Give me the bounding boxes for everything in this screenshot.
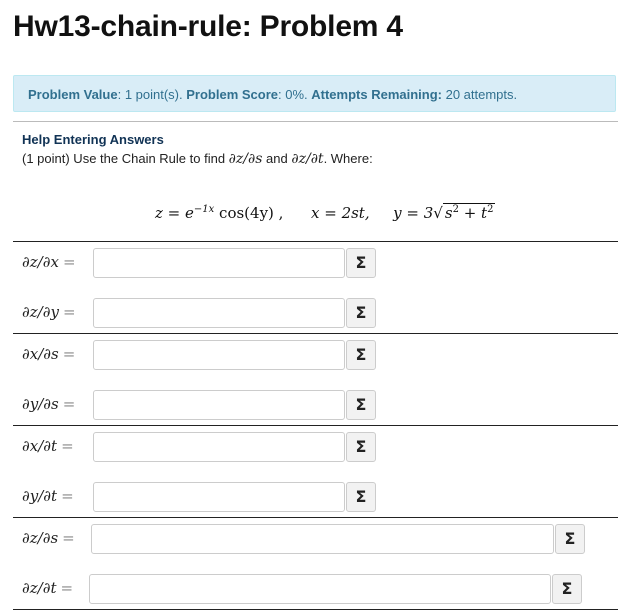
equals-sign: = <box>61 437 74 455</box>
answer-input-dz-dt[interactable] <box>89 574 551 604</box>
equals-sign: = <box>62 529 75 547</box>
sigma-icon: Σ <box>561 579 573 598</box>
formula-z-exponent: −1x <box>193 204 215 215</box>
equation-editor-button[interactable]: Σ <box>346 298 376 328</box>
divider <box>13 121 618 122</box>
answer-label-text: ∂z/∂t <box>22 579 57 597</box>
equation-editor-button[interactable]: Σ <box>346 432 376 462</box>
sigma-icon: Σ <box>355 487 367 506</box>
problem-info-box: Problem Value: 1 point(s). Problem Score… <box>13 75 616 112</box>
section-divider <box>13 609 618 610</box>
radicand-t-exp: 2 <box>487 204 494 215</box>
section-divider <box>13 241 618 242</box>
answer-label-text: ∂z/∂x <box>22 253 59 271</box>
equation-editor-button[interactable]: Σ <box>346 248 376 278</box>
prompt-prefix: (1 point) Use the Chain Rule to find <box>22 151 229 166</box>
formula-x: x = 2st, <box>311 204 370 222</box>
answer-label-dz-dy: ∂z/∂y = <box>22 303 76 321</box>
answer-input-dy-dt[interactable] <box>93 482 345 512</box>
attempts-remaining-text: 20 attempts. <box>441 87 518 102</box>
answer-label-dy-dt: ∂y/∂t = <box>22 487 74 505</box>
attempts-remaining-label: Attempts Remaining: <box>311 87 442 102</box>
answer-label-dz-dt: ∂z/∂t = <box>22 579 73 597</box>
section-divider <box>13 425 618 426</box>
equation-editor-button[interactable]: Σ <box>346 482 376 512</box>
answer-input-dy-ds[interactable] <box>93 390 345 420</box>
formula-z: z = e <box>155 204 194 222</box>
answer-input-dz-dy[interactable] <box>93 298 345 328</box>
sqrt-sign: √ <box>433 204 443 222</box>
answer-input-dz-dx[interactable] <box>93 248 345 278</box>
answer-label-text: ∂z/∂s <box>22 529 59 547</box>
sigma-icon: Σ <box>355 395 367 414</box>
equals-sign: = <box>62 303 76 321</box>
sigma-icon: Σ <box>355 437 367 456</box>
prompt-derivative-1: ∂z/∂s <box>228 151 263 167</box>
formula-y-radicand: s2 + t2 <box>442 203 496 222</box>
answer-label-dx-ds: ∂x/∂s = <box>22 345 75 363</box>
equals-sign: = <box>61 487 74 505</box>
answer-label-text: ∂x/∂s <box>22 345 59 363</box>
equation-editor-button[interactable]: Σ <box>552 574 582 604</box>
equation-editor-button[interactable]: Σ <box>346 340 376 370</box>
equation-editor-button[interactable]: Σ <box>555 524 585 554</box>
problem-formula: z = e−1x cos(4y) , x = 2st, y = 3√ s2 + t… <box>155 203 496 222</box>
radicand-plus: + <box>458 204 482 222</box>
radicand-s: s <box>444 204 453 222</box>
prompt-suffix: . Where: <box>323 151 373 166</box>
problem-value-text: : 1 point(s). <box>117 87 187 102</box>
formula-z-rest: cos(4y) , <box>214 204 284 222</box>
problem-score-label: Problem Score <box>186 87 278 102</box>
problem-value-label: Problem Value <box>28 87 118 102</box>
equals-sign: = <box>62 395 76 413</box>
problem-score-text: : 0%. <box>278 87 312 102</box>
answer-label-dx-dt: ∂x/∂t = <box>22 437 74 455</box>
page-title: Hw13-chain-rule: Problem 4 <box>13 10 403 43</box>
answer-label-text: ∂z/∂y <box>22 303 59 321</box>
equals-sign: = <box>60 579 74 597</box>
formula-y: y = 3 <box>393 204 434 222</box>
sigma-icon: Σ <box>355 345 367 364</box>
prompt-and: and <box>262 151 292 166</box>
answer-input-dx-dt[interactable] <box>93 432 345 462</box>
answer-label-text: ∂x/∂t <box>22 437 58 455</box>
equation-editor-button[interactable]: Σ <box>346 390 376 420</box>
section-divider <box>13 517 618 518</box>
equals-sign: = <box>62 253 76 271</box>
equals-sign: = <box>62 345 76 363</box>
answer-label-dz-ds: ∂z/∂s = <box>22 529 75 547</box>
problem-prompt: (1 point) Use the Chain Rule to find ∂z/… <box>22 151 373 167</box>
answer-input-dx-ds[interactable] <box>93 340 345 370</box>
answer-input-dz-ds[interactable] <box>91 524 554 554</box>
answer-label-dy-ds: ∂y/∂s = <box>22 395 75 413</box>
section-divider <box>13 333 618 334</box>
sigma-icon: Σ <box>355 253 367 272</box>
prompt-derivative-2: ∂z/∂t <box>291 151 324 167</box>
answer-label-dz-dx: ∂z/∂x = <box>22 253 76 271</box>
answer-label-text: ∂y/∂t <box>22 487 58 505</box>
help-entering-answers-link[interactable]: Help Entering Answers <box>22 132 164 147</box>
sigma-icon: Σ <box>355 303 367 322</box>
answer-label-text: ∂y/∂s <box>22 395 59 413</box>
sigma-icon: Σ <box>564 529 576 548</box>
